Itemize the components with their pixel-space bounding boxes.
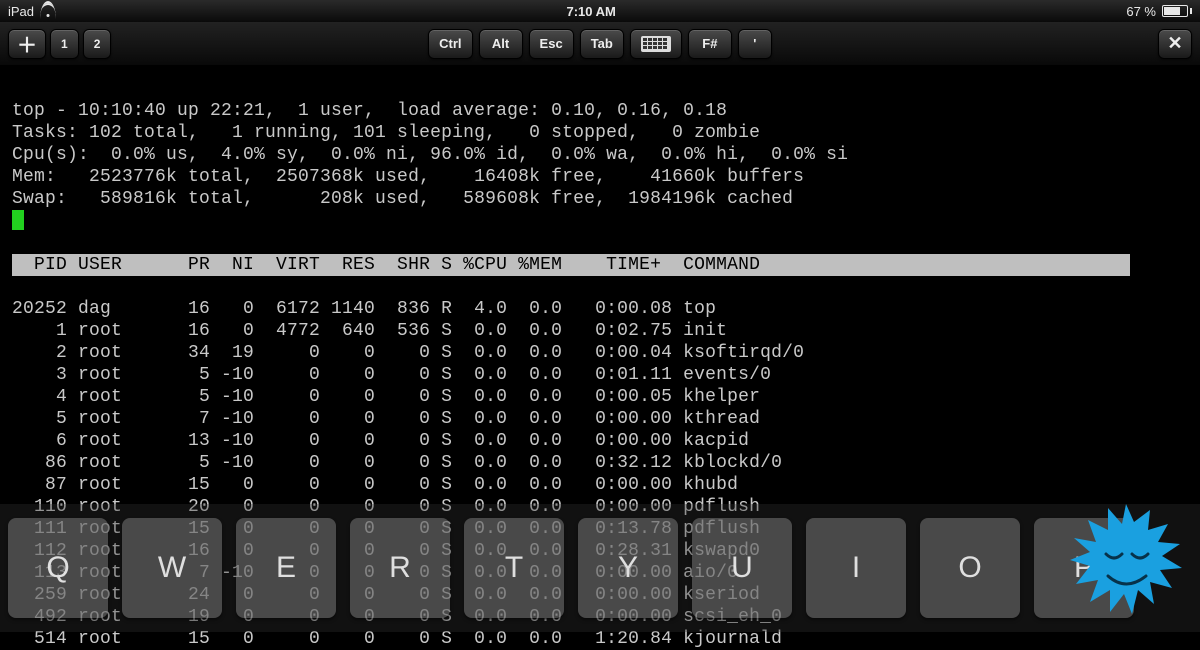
process-row: 86 root 5 -10 0 0 0 S 0.0 0.0 0:32.12 kb… xyxy=(12,453,782,473)
key-w[interactable]: W xyxy=(122,518,222,618)
esc-key-button[interactable]: Esc xyxy=(529,29,574,59)
top-columns-header: PID USER PR NI VIRT RES SHR S %CPU %MEM … xyxy=(12,254,1130,276)
top-summary-line: top - 10:10:40 up 22:21, 1 user, load av… xyxy=(12,101,727,121)
key-r[interactable]: R xyxy=(350,518,450,618)
wifi-icon xyxy=(40,5,56,17)
process-row: 4 root 5 -10 0 0 0 S 0.0 0.0 0:00.05 khe… xyxy=(12,387,760,407)
close-icon: ✕ xyxy=(1167,33,1182,54)
onscreen-keyboard[interactable]: Q W E R T Y U I O P xyxy=(0,504,1200,632)
new-tab-button[interactable]: ＋ xyxy=(8,29,46,59)
session-tab-2[interactable]: 2 xyxy=(83,29,112,59)
mascot-icon xyxy=(1066,502,1186,622)
apostrophe-button[interactable]: ' xyxy=(738,29,772,59)
key-y[interactable]: Y xyxy=(578,518,678,618)
alt-key-button[interactable]: Alt xyxy=(479,29,523,59)
app-toolbar: ＋ 1 2 Ctrl Alt Esc Tab F# ' ✕ xyxy=(0,22,1200,66)
key-u[interactable]: U xyxy=(692,518,792,618)
key-q[interactable]: Q xyxy=(8,518,108,618)
top-summary-line: Tasks: 102 total, 1 running, 101 sleepin… xyxy=(12,123,760,143)
process-row: 514 root 15 0 0 0 0 S 0.0 0.0 1:20.84 kj… xyxy=(12,629,782,649)
process-row: 1 root 16 0 4772 640 536 S 0.0 0.0 0:02.… xyxy=(12,321,727,341)
top-summary-line: Swap: 589816k total, 208k used, 589608k … xyxy=(12,189,793,209)
key-o[interactable]: O xyxy=(920,518,1020,618)
tab-key-button[interactable]: Tab xyxy=(580,29,624,59)
device-label: iPad xyxy=(8,4,34,19)
terminal-cursor xyxy=(12,210,24,230)
top-summary-line: Cpu(s): 0.0% us, 4.0% sy, 0.0% ni, 96.0%… xyxy=(12,145,848,165)
function-keys-button[interactable]: F# xyxy=(688,29,732,59)
process-row: 3 root 5 -10 0 0 0 S 0.0 0.0 0:01.11 eve… xyxy=(12,365,771,385)
process-row: 20252 dag 16 0 6172 1140 836 R 4.0 0.0 0… xyxy=(12,299,716,319)
battery-percent: 67 % xyxy=(1126,4,1156,19)
key-e[interactable]: E xyxy=(236,518,336,618)
session-tab-1[interactable]: 1 xyxy=(50,29,79,59)
process-row: 2 root 34 19 0 0 0 S 0.0 0.0 0:00.04 kso… xyxy=(12,343,804,363)
process-row: 87 root 15 0 0 0 0 S 0.0 0.0 0:00.00 khu… xyxy=(12,475,738,495)
top-summary-line: Mem: 2523776k total, 2507368k used, 1640… xyxy=(12,167,804,187)
close-button[interactable]: ✕ xyxy=(1158,29,1192,59)
process-row: 6 root 13 -10 0 0 0 S 0.0 0.0 0:00.00 ka… xyxy=(12,431,749,451)
key-t[interactable]: T xyxy=(464,518,564,618)
battery-icon xyxy=(1162,5,1192,17)
ipad-status-bar: iPad 7:10 AM 67 % xyxy=(0,0,1200,22)
clock: 7:10 AM xyxy=(567,4,616,19)
ctrl-key-button[interactable]: Ctrl xyxy=(428,29,472,59)
keyboard-icon xyxy=(641,36,671,52)
process-row: 5 root 7 -10 0 0 0 S 0.0 0.0 0:00.00 kth… xyxy=(12,409,760,429)
key-i[interactable]: I xyxy=(806,518,906,618)
toggle-keyboard-button[interactable] xyxy=(630,29,682,59)
